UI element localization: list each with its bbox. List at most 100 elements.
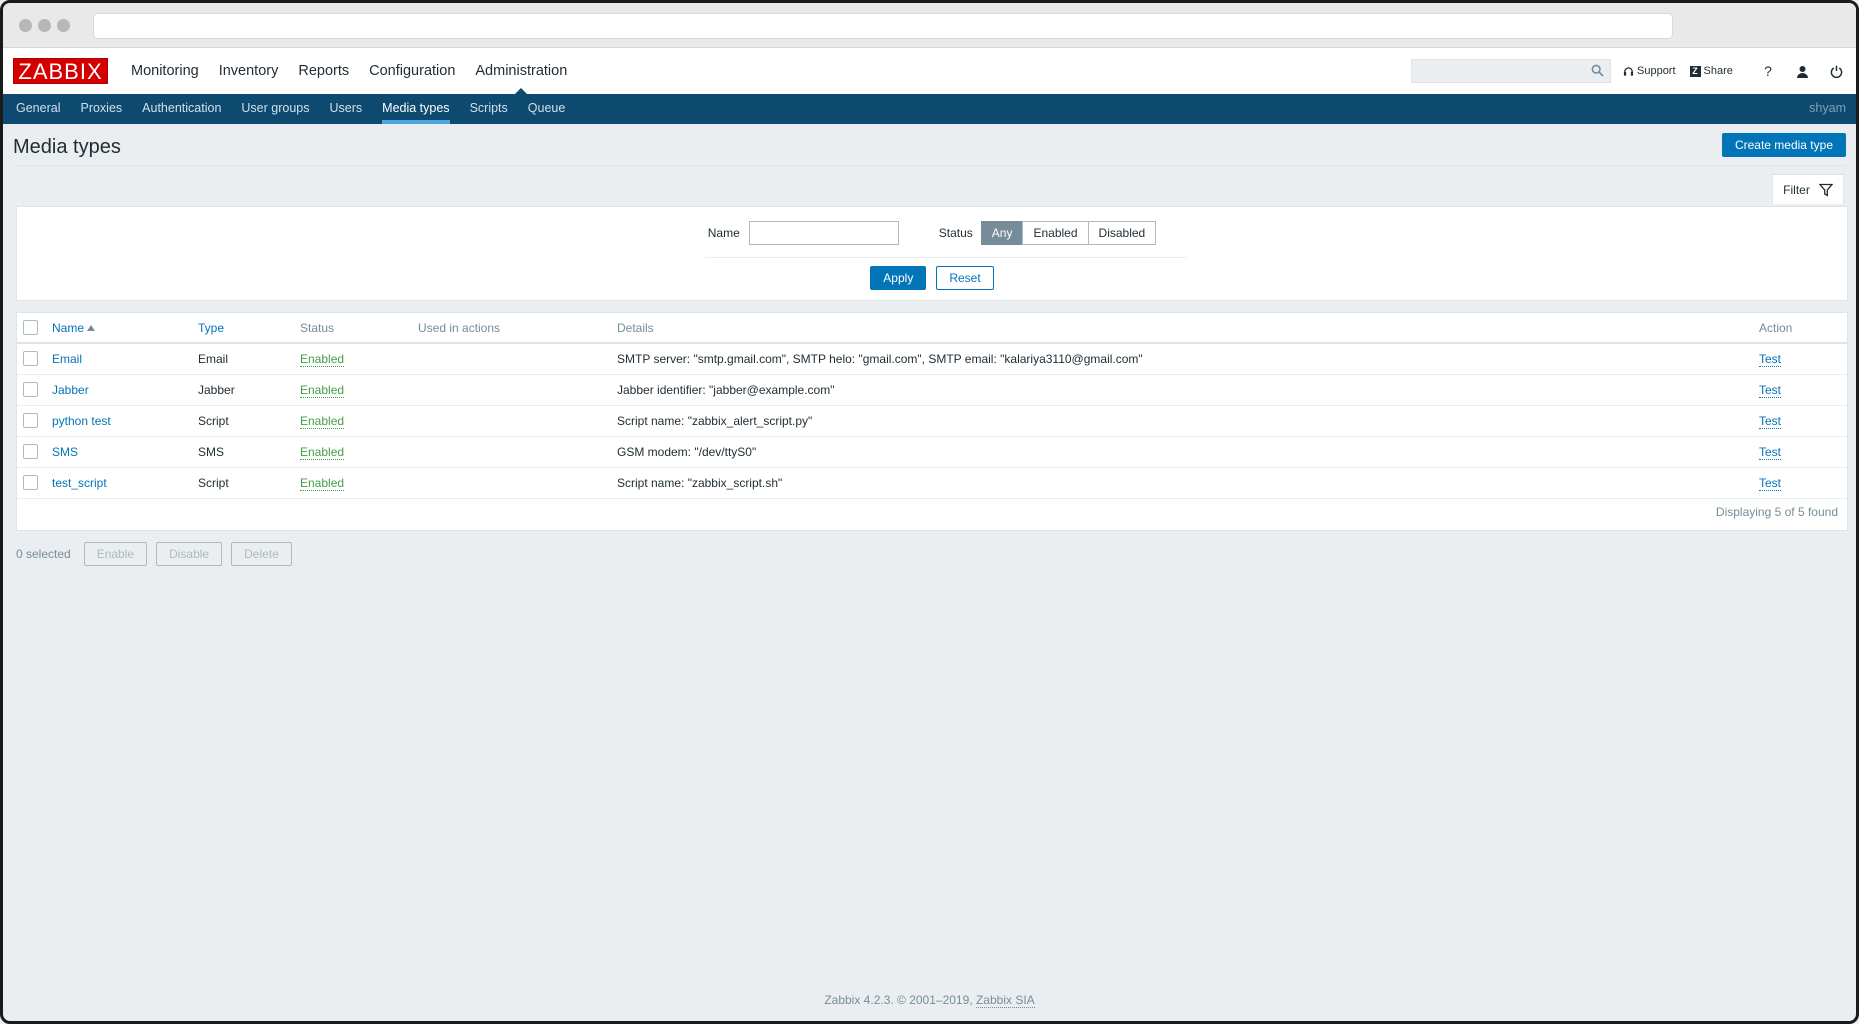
page-footer: Zabbix 4.2.3. © 2001–2019, Zabbix SIA [3, 993, 1856, 1008]
select-all-checkbox[interactable] [23, 320, 38, 336]
column-status: Status [300, 313, 418, 344]
subnav-user-groups[interactable]: User groups [231, 94, 319, 124]
sub-nav: General Proxies Authentication User grou… [3, 94, 1856, 124]
used-in-actions-cell [418, 374, 617, 406]
filter-buttons: Apply Reset [17, 266, 1847, 290]
status-any-option[interactable]: Any [980, 221, 1024, 245]
sign-out-icon[interactable] [1827, 62, 1845, 80]
details-cell: Script name: "zabbix_script.sh" [617, 467, 1759, 499]
share-link[interactable]: Z Share [1689, 65, 1733, 77]
subnav-media-types[interactable]: Media types [372, 94, 459, 124]
details-cell: SMTP server: "smtp.gmail.com", SMTP helo… [617, 343, 1759, 375]
main-nav-administration[interactable]: Administration [465, 48, 577, 95]
status-toggle-link[interactable]: Enabled [300, 413, 345, 429]
media-type-type: SMS [198, 436, 300, 468]
media-type-type: Script [198, 467, 300, 499]
subnav-authentication[interactable]: Authentication [132, 94, 231, 124]
delete-button[interactable]: Delete [231, 542, 292, 566]
support-link[interactable]: Support [1623, 65, 1676, 77]
filter-divider [705, 257, 1187, 258]
column-used-in-actions: Used in actions [418, 313, 617, 344]
zabbix-share-icon: Z [1689, 65, 1701, 77]
create-media-type-button[interactable]: Create media type [1721, 133, 1846, 157]
subnav-queue[interactable]: Queue [518, 94, 576, 124]
status-enabled-option[interactable]: Enabled [1022, 221, 1089, 245]
status-toggle-link[interactable]: Enabled [300, 351, 345, 367]
test-link[interactable]: Test [1759, 444, 1782, 460]
subnav-proxies[interactable]: Proxies [70, 94, 132, 124]
top-links: Support Z Share [1623, 48, 1747, 94]
reset-button[interactable]: Reset [936, 266, 994, 290]
address-bar[interactable] [93, 13, 1673, 39]
filter-tab[interactable]: Filter [1772, 174, 1844, 204]
row-checkbox[interactable] [23, 475, 38, 491]
share-label: Share [1703, 65, 1733, 77]
page-title: Media types [13, 136, 121, 158]
row-checkbox[interactable] [23, 413, 38, 429]
user-profile-icon[interactable] [1793, 62, 1811, 80]
test-link[interactable]: Test [1759, 351, 1782, 367]
status-toggle-link[interactable]: Enabled [300, 444, 345, 460]
filter-row: Name Status Any Enabled Disabled [17, 221, 1847, 245]
search-input[interactable] [1411, 59, 1611, 83]
headset-icon [1623, 66, 1634, 76]
subnav-general[interactable]: General [6, 94, 70, 124]
subnav-users[interactable]: Users [320, 94, 373, 124]
table-result-count: Displaying 5 of 5 found [1715, 505, 1838, 519]
status-toggle-link[interactable]: Enabled [300, 382, 345, 398]
maximize-window-dot[interactable] [57, 19, 70, 32]
filter-tab-label: Filter [1783, 182, 1810, 197]
media-type-name-link[interactable]: test_script [52, 476, 107, 490]
apply-button[interactable]: Apply [870, 266, 927, 290]
details-cell: Script name: "zabbix_alert_script.py" [617, 405, 1759, 437]
table-row: Jabber Jabber Enabled Jabber identifier:… [17, 374, 1847, 406]
row-checkbox[interactable] [23, 351, 38, 367]
subnav-scripts[interactable]: Scripts [460, 94, 518, 124]
close-window-dot[interactable] [19, 19, 32, 32]
top-header: ZABBIX Monitoring Inventory Reports Conf… [3, 48, 1856, 95]
main-nav-configuration[interactable]: Configuration [359, 48, 465, 94]
minimize-window-dot[interactable] [38, 19, 51, 32]
media-type-type: Jabber [198, 374, 300, 406]
disable-button[interactable]: Disable [156, 542, 223, 566]
zabbix-sia-link[interactable]: Zabbix SIA [975, 993, 1035, 1008]
main-nav-reports[interactable]: Reports [288, 48, 359, 94]
column-details: Details [617, 313, 1759, 344]
footer-text: Zabbix 4.2.3. © 2001–2019, [824, 993, 973, 1007]
status-segmented-control: Any Enabled Disabled [980, 221, 1157, 245]
row-checkbox[interactable] [23, 444, 38, 460]
test-link[interactable]: Test [1759, 475, 1782, 491]
filter-name-input[interactable] [748, 221, 899, 245]
media-type-name-link[interactable]: python test [52, 414, 111, 428]
media-type-name-link[interactable]: Email [52, 352, 82, 366]
media-type-name-link[interactable]: Jabber [52, 383, 89, 397]
enable-button[interactable]: Enable [83, 542, 148, 566]
used-in-actions-cell [418, 405, 617, 437]
help-icon[interactable]: ? [1759, 62, 1777, 80]
search-icon[interactable] [1591, 64, 1604, 80]
media-type-name-link[interactable]: SMS [52, 445, 78, 459]
page-header: Media types Create media type [13, 124, 1846, 166]
media-types-table: Name Type Status Used in actions Details… [16, 312, 1848, 531]
used-in-actions-cell [418, 467, 617, 499]
test-link[interactable]: Test [1759, 382, 1782, 398]
media-type-type: Email [198, 343, 300, 375]
column-type-sort[interactable]: Type [198, 321, 224, 335]
main-nav-monitoring[interactable]: Monitoring [121, 48, 209, 94]
row-checkbox[interactable] [23, 382, 38, 398]
selected-count: 0 selected [16, 547, 71, 561]
used-in-actions-cell [418, 343, 617, 375]
filter-panel: Name Status Any Enabled Disabled Apply R… [16, 206, 1848, 301]
filter-icon [1818, 183, 1833, 197]
column-action: Action [1759, 313, 1847, 344]
used-in-actions-cell [418, 436, 617, 468]
browser-window: ZABBIX Monitoring Inventory Reports Conf… [0, 0, 1859, 1024]
media-type-type: Script [198, 405, 300, 437]
column-name-sort[interactable]: Name [52, 321, 84, 335]
test-link[interactable]: Test [1759, 413, 1782, 429]
status-toggle-link[interactable]: Enabled [300, 475, 345, 491]
table-row: test_script Script Enabled Script name: … [17, 467, 1847, 499]
zabbix-logo[interactable]: ZABBIX [13, 58, 108, 84]
main-nav-inventory[interactable]: Inventory [209, 48, 289, 94]
status-disabled-option[interactable]: Disabled [1087, 221, 1157, 245]
